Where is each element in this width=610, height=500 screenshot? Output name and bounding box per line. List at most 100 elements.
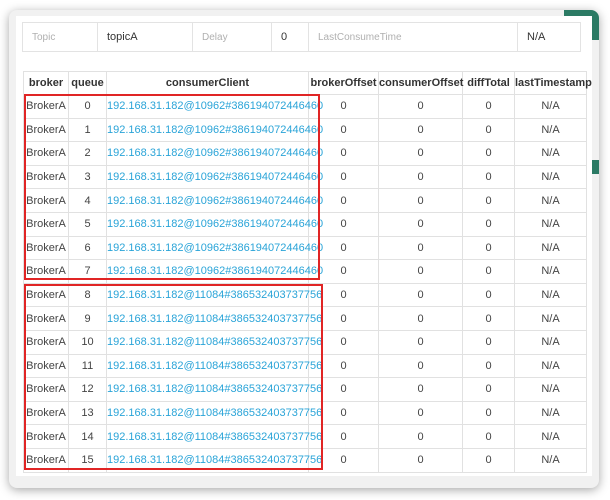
consumer-offset-cell: 0: [378, 377, 463, 402]
diff-total-cell: 0: [462, 447, 515, 473]
consumer-offset-cell: 0: [378, 353, 463, 379]
header-queue[interactable]: queue: [68, 71, 107, 95]
consumer-client-cell[interactable]: 192.168.31.182@11084#386532403737756: [106, 400, 322, 426]
consumer-client-cell[interactable]: 192.168.31.182@10962#386194072446460: [106, 117, 323, 143]
diff-total-cell: 0: [462, 164, 515, 190]
consumer-client-cell[interactable]: 192.168.31.182@11084#386532403737756: [106, 329, 322, 355]
consumer-offset-cell: 0: [378, 400, 463, 426]
table-row: BrokerA 13 192.168.31.182@11084#3865324037…: [23, 400, 587, 426]
table-row: BrokerA 5 192.168.31.182@10962#38619407244…: [23, 211, 587, 237]
diff-total-cell: 0: [462, 424, 515, 449]
table-row: BrokerA 11 192.168.31.182@11084#3865324037…: [23, 353, 587, 379]
consumer-client-cell[interactable]: 192.168.31.182@10962#386194072446460: [106, 211, 323, 237]
last-timestamp-cell: N/A: [514, 329, 587, 355]
broker-cell: BrokerA: [23, 353, 69, 379]
queue-cell: 15: [68, 447, 107, 473]
consumer-offset-cell: 0: [378, 259, 463, 284]
broker-cell: BrokerA: [23, 164, 69, 190]
last-timestamp-cell: N/A: [514, 306, 587, 331]
diff-total-cell: 0: [462, 94, 515, 119]
consumer-client-cell[interactable]: 192.168.31.182@10962#386194072446460: [106, 259, 323, 284]
consumer-client-cell[interactable]: 192.168.31.182@10962#386194072446460: [106, 164, 323, 190]
broker-cell: BrokerA: [23, 211, 69, 237]
diff-total-cell: 0: [462, 117, 515, 143]
broker-cell: BrokerA: [23, 329, 69, 355]
queue-cell: 0: [68, 94, 107, 119]
consumer-client-cell[interactable]: 192.168.31.182@10962#386194072446460: [106, 188, 323, 213]
last-timestamp-cell: N/A: [514, 235, 587, 261]
last-timestamp-cell: N/A: [514, 211, 587, 237]
consumer-offset-cell: 0: [378, 447, 463, 473]
queue-cell: 13: [68, 400, 107, 426]
table-row: BrokerA 10 192.168.31.182@11084#3865324037…: [23, 329, 587, 355]
broker-cell: BrokerA: [23, 141, 69, 166]
table-row: BrokerA 3 192.168.31.182@10962#38619407244…: [23, 164, 587, 190]
diff-total-cell: 0: [462, 188, 515, 213]
consumer-client-cell[interactable]: 192.168.31.182@11084#386532403737756: [106, 447, 322, 473]
header-broker[interactable]: broker: [23, 71, 69, 95]
broker-cell: BrokerA: [23, 117, 69, 143]
consumer-client-cell[interactable]: 192.168.31.182@10962#386194072446460: [106, 94, 323, 119]
broker-cell: BrokerA: [23, 282, 69, 308]
last-timestamp-cell: N/A: [514, 94, 587, 119]
consumer-detail-panel: Topic topicA Delay 0 LastConsumeTime N/A…: [16, 16, 592, 476]
consumer-client-cell[interactable]: 192.168.31.182@11084#386532403737756: [106, 424, 322, 449]
queue-cell: 1: [68, 117, 107, 143]
table-row: BrokerA 4 192.168.31.182@10962#38619407244…: [23, 188, 587, 213]
queue-cell: 12: [68, 377, 107, 402]
header-broker-offset[interactable]: brokerOffset: [308, 71, 379, 95]
delay-value: 0: [271, 22, 309, 52]
table-header-row: broker queue consumerClient brokerOffset…: [23, 71, 592, 95]
diff-total-cell: 0: [462, 329, 515, 355]
diff-total-cell: 0: [462, 353, 515, 379]
broker-cell: BrokerA: [23, 188, 69, 213]
last-timestamp-cell: N/A: [514, 447, 587, 473]
consumer-offset-cell: 0: [378, 329, 463, 355]
header-last-timestamp[interactable]: lastTimestamp: [514, 71, 592, 95]
consumer-client-cell[interactable]: 192.168.31.182@10962#386194072446460: [106, 141, 323, 166]
consumer-offset-cell: 0: [378, 282, 463, 308]
consumer-offset-cell: 0: [378, 306, 463, 331]
queue-cell: 4: [68, 188, 107, 213]
consumer-client-cell[interactable]: 192.168.31.182@11084#386532403737756: [106, 306, 322, 331]
header-diff-total[interactable]: diffTotal: [462, 71, 515, 95]
table-row: BrokerA 12 192.168.31.182@11084#3865324037…: [23, 377, 587, 402]
table-row: BrokerA 15 192.168.31.182@11084#3865324037…: [23, 447, 587, 473]
broker-cell: BrokerA: [23, 306, 69, 331]
table-row: BrokerA 0 192.168.31.182@10962#38619407244…: [23, 94, 587, 119]
consumer-offset-cell: 0: [378, 188, 463, 213]
diff-total-cell: 0: [462, 211, 515, 237]
last-timestamp-cell: N/A: [514, 377, 587, 402]
broker-cell: BrokerA: [23, 447, 69, 473]
queue-cell: 7: [68, 259, 107, 284]
diff-total-cell: 0: [462, 282, 515, 308]
broker-cell: BrokerA: [23, 377, 69, 402]
broker-cell: BrokerA: [23, 259, 69, 284]
table-row: BrokerA 1 192.168.31.182@10962#38619407244…: [23, 117, 587, 143]
header-consumer-client[interactable]: consumerClient: [106, 71, 309, 95]
diff-total-cell: 0: [462, 141, 515, 166]
consumer-client-cell[interactable]: 192.168.31.182@11084#386532403737756: [106, 353, 322, 379]
topic-value: topicA: [97, 22, 193, 52]
consumer-client-cell[interactable]: 192.168.31.182@10962#386194072446460: [106, 235, 323, 261]
queue-cell: 11: [68, 353, 107, 379]
last-consume-time-value: N/A: [517, 22, 581, 52]
last-timestamp-cell: N/A: [514, 424, 587, 449]
last-timestamp-cell: N/A: [514, 164, 587, 190]
queue-cell: 14: [68, 424, 107, 449]
header-consumer-offset[interactable]: consumerOffset: [378, 71, 463, 95]
consumer-offset-cell: 0: [378, 164, 463, 190]
queue-cell: 2: [68, 141, 107, 166]
queue-cell: 9: [68, 306, 107, 331]
topic-info-bar: Topic topicA Delay 0 LastConsumeTime N/A: [22, 22, 581, 52]
broker-cell: BrokerA: [23, 400, 69, 426]
queue-cell: 10: [68, 329, 107, 355]
last-consume-time-label: LastConsumeTime: [308, 22, 518, 52]
last-timestamp-cell: N/A: [514, 400, 587, 426]
consumer-queue-table: broker queue consumerClient brokerOffset…: [23, 71, 592, 473]
consumer-client-cell[interactable]: 192.168.31.182@11084#386532403737756: [106, 377, 322, 402]
consumer-client-cell[interactable]: 192.168.31.182@11084#386532403737756: [106, 282, 322, 308]
last-timestamp-cell: N/A: [514, 188, 587, 213]
delay-label: Delay: [192, 22, 272, 52]
diff-total-cell: 0: [462, 400, 515, 426]
